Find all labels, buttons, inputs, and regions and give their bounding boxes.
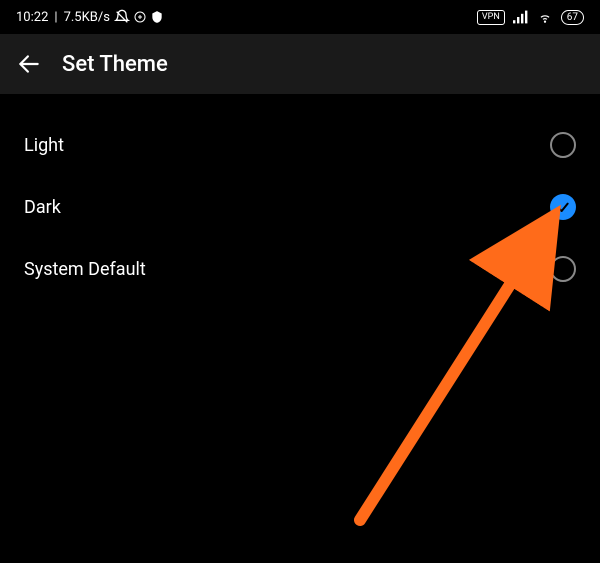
status-left: 10:22 | 7.5KB/s [16, 9, 164, 25]
wifi-icon [537, 10, 553, 24]
vpn-badge: VPN [477, 10, 505, 25]
shield-icon [150, 10, 164, 24]
status-time: 10:22 [16, 10, 48, 25]
radio-unchecked-icon[interactable] [550, 256, 576, 282]
option-label: Dark [24, 197, 61, 218]
back-arrow-icon[interactable] [16, 51, 42, 77]
signal-icon [513, 10, 529, 24]
theme-options-list: Light Dark System Default [0, 94, 600, 300]
status-right: VPN 67 [477, 10, 584, 25]
header: Set Theme [0, 34, 600, 94]
status-network-speed: 7.5KB/s [64, 10, 110, 25]
option-label: Light [24, 135, 64, 156]
status-bar: 10:22 | 7.5KB/s VPN [0, 0, 600, 34]
page-title: Set Theme [62, 52, 168, 77]
radio-unchecked-icon[interactable] [550, 132, 576, 158]
battery-badge: 67 [561, 10, 584, 25]
option-system-default[interactable]: System Default [0, 238, 600, 300]
radio-checked-icon[interactable] [550, 194, 576, 220]
option-dark[interactable]: Dark [0, 176, 600, 238]
option-label: System Default [24, 259, 146, 280]
option-light[interactable]: Light [0, 114, 600, 176]
plus-icon [134, 11, 146, 23]
notification-muted-icon [114, 9, 130, 25]
status-separator: | [54, 10, 57, 25]
